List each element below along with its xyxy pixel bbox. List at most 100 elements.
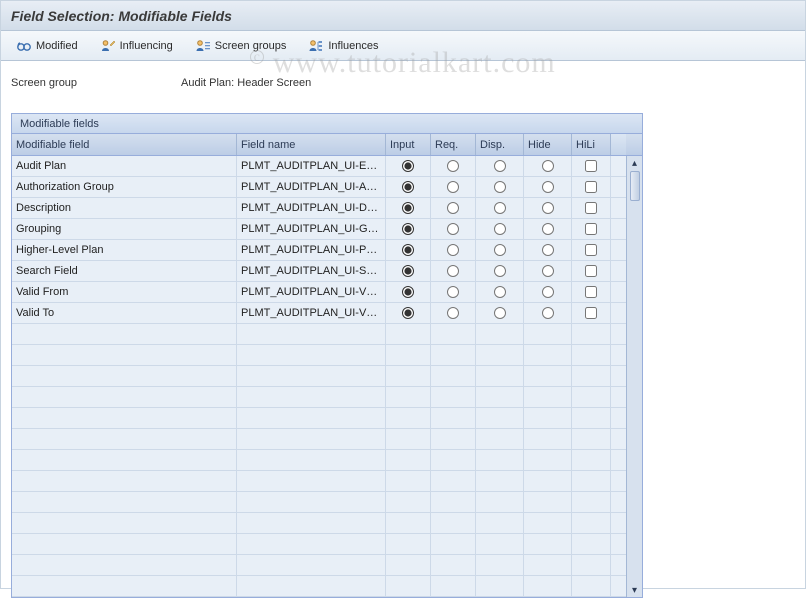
cell-field-name[interactable]: PLMT_AUDITPLAN_UI-G… [237,219,386,239]
cell-field-name[interactable]: PLMT_AUDITPLAN_UI-V… [237,282,386,302]
influencing-button[interactable]: Influencing [91,35,182,57]
cell-field-name[interactable]: PLMT_AUDITPLAN_UI-E… [237,156,386,176]
col-disp[interactable]: Disp. [476,134,524,155]
cell-field-name[interactable] [237,408,386,428]
cell-field-name[interactable]: PLMT_AUDITPLAN_UI-A… [237,177,386,197]
input-radio[interactable] [402,202,414,214]
hide-radio[interactable] [542,244,554,256]
cell-field-name[interactable] [237,387,386,407]
req-radio[interactable] [447,160,459,172]
hili-checkbox[interactable] [585,244,597,256]
cell-modifiable-field[interactable] [12,387,237,407]
cell-field-name[interactable]: PLMT_AUDITPLAN_UI-D… [237,198,386,218]
cell-modifiable-field[interactable] [12,513,237,533]
cell-modifiable-field[interactable]: Audit Plan [12,156,237,176]
cell-modifiable-field[interactable] [12,429,237,449]
col-input[interactable]: Input [386,134,431,155]
cell-modifiable-field[interactable] [12,492,237,512]
hide-radio[interactable] [542,202,554,214]
hili-checkbox[interactable] [585,181,597,193]
disp-radio[interactable] [494,244,506,256]
cell-modifiable-field[interactable]: Higher-Level Plan [12,240,237,260]
hili-checkbox[interactable] [585,307,597,319]
col-corner[interactable] [611,134,626,155]
req-radio[interactable] [447,307,459,319]
hide-radio[interactable] [542,181,554,193]
scroll-track[interactable] [627,170,642,583]
cell-modifiable-field[interactable]: Grouping [12,219,237,239]
disp-radio[interactable] [494,160,506,172]
scroll-thumb[interactable] [630,171,640,201]
col-hide[interactable]: Hide [524,134,572,155]
cell-modifiable-field[interactable] [12,450,237,470]
req-radio[interactable] [447,202,459,214]
hide-radio[interactable] [542,265,554,277]
col-req[interactable]: Req. [431,134,476,155]
screen-groups-button[interactable]: Screen groups [186,35,296,57]
cell-modifiable-field[interactable] [12,324,237,344]
cell-field-name[interactable] [237,513,386,533]
cell-field-name[interactable] [237,492,386,512]
vertical-scrollbar[interactable]: ▴ ▾ [626,156,642,597]
col-hili[interactable]: HiLi [572,134,611,155]
req-radio[interactable] [447,181,459,193]
cell-modifiable-field[interactable]: Valid From [12,282,237,302]
hili-checkbox[interactable] [585,160,597,172]
scroll-down-icon[interactable]: ▾ [628,583,642,597]
input-radio[interactable] [402,286,414,298]
cell-req [431,492,476,512]
disp-radio[interactable] [494,265,506,277]
disp-radio[interactable] [494,223,506,235]
cell-field-name[interactable] [237,366,386,386]
req-radio[interactable] [447,244,459,256]
col-field-name[interactable]: Field name [237,134,386,155]
disp-radio[interactable] [494,202,506,214]
cell-field-name[interactable]: PLMT_AUDITPLAN_UI-S… [237,261,386,281]
influences-button[interactable]: Influences [299,35,387,57]
cell-field-name[interactable] [237,345,386,365]
cell-modifiable-field[interactable]: Search Field [12,261,237,281]
hili-checkbox[interactable] [585,265,597,277]
cell-modifiable-field[interactable]: Authorization Group [12,177,237,197]
cell-modifiable-field[interactable] [12,471,237,491]
cell-modifiable-field[interactable] [12,534,237,554]
disp-radio[interactable] [494,307,506,319]
disp-radio[interactable] [494,181,506,193]
cell-field-name[interactable] [237,555,386,575]
input-radio[interactable] [402,307,414,319]
cell-field-name[interactable] [237,471,386,491]
cell-modifiable-field[interactable] [12,576,237,596]
cell-field-name[interactable] [237,576,386,596]
input-radio[interactable] [402,160,414,172]
cell-modifiable-field[interactable] [12,366,237,386]
modified-button[interactable]: Modified [7,35,87,57]
hide-radio[interactable] [542,223,554,235]
hili-checkbox[interactable] [585,286,597,298]
cell-modifiable-field[interactable]: Description [12,198,237,218]
cell-field-name[interactable]: PLMT_AUDITPLAN_UI-V… [237,303,386,323]
cell-modifiable-field[interactable] [12,555,237,575]
input-radio[interactable] [402,223,414,235]
cell-modifiable-field[interactable] [12,345,237,365]
col-modifiable-field[interactable]: Modifiable field [12,134,237,155]
cell-field-name[interactable] [237,534,386,554]
cell-modifiable-field[interactable] [12,408,237,428]
input-radio[interactable] [402,181,414,193]
hili-checkbox[interactable] [585,202,597,214]
input-radio[interactable] [402,244,414,256]
hide-radio[interactable] [542,286,554,298]
disp-radio[interactable] [494,286,506,298]
input-radio[interactable] [402,265,414,277]
req-radio[interactable] [447,265,459,277]
cell-field-name[interactable]: PLMT_AUDITPLAN_UI-P… [237,240,386,260]
req-radio[interactable] [447,286,459,298]
cell-field-name[interactable] [237,450,386,470]
hide-radio[interactable] [542,160,554,172]
scroll-up-icon[interactable]: ▴ [628,156,642,170]
req-radio[interactable] [447,223,459,235]
hili-checkbox[interactable] [585,223,597,235]
cell-field-name[interactable] [237,429,386,449]
hide-radio[interactable] [542,307,554,319]
cell-field-name[interactable] [237,324,386,344]
cell-modifiable-field[interactable]: Valid To [12,303,237,323]
